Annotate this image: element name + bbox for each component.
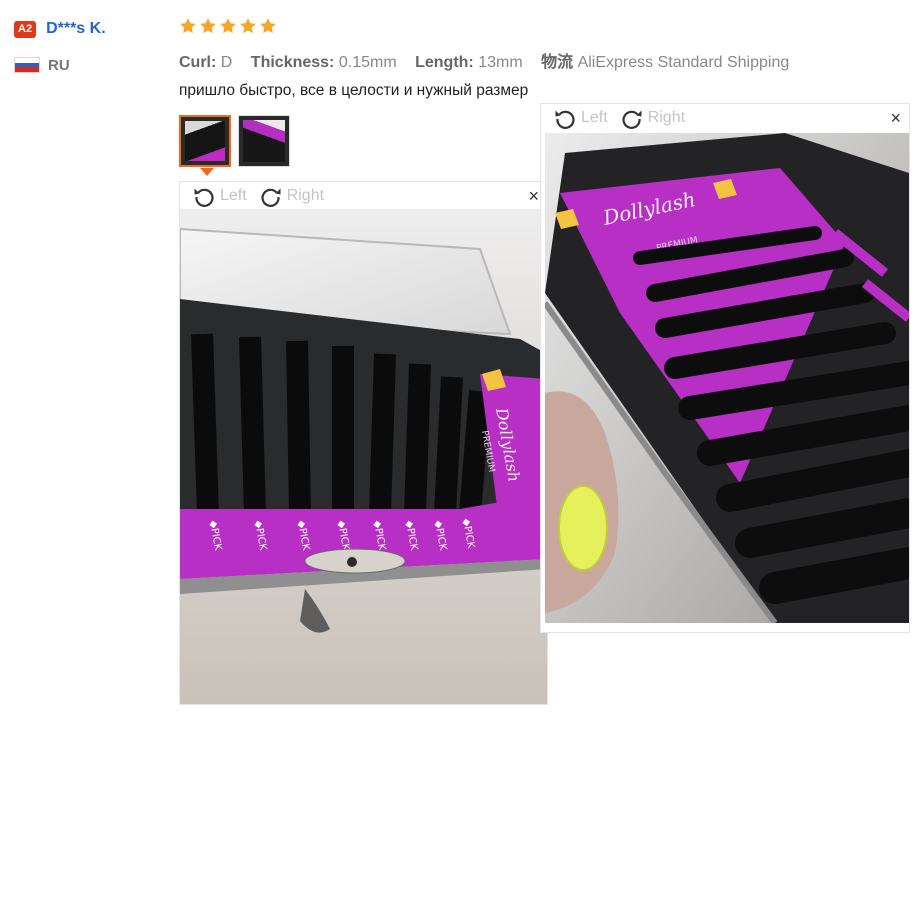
rotate-right-label: Right — [286, 186, 325, 204]
star-rating — [179, 17, 277, 35]
review-thumbnails — [179, 115, 290, 167]
buyer-level-badge: A2 — [14, 20, 37, 38]
star-icon — [220, 18, 236, 34]
review-photo-thumbnail-2[interactable] — [238, 115, 290, 167]
attr-thickness-value: 0.15mm — [338, 54, 397, 71]
review-photo-2: Dollylash PREMIUM — [545, 133, 909, 623]
reviewer-name: D***s K. — [46, 20, 106, 37]
star-icon — [200, 18, 216, 34]
reviewer-country-row: RU — [14, 54, 174, 76]
country-code: RU — [48, 56, 70, 74]
rotate-left-label: Left — [581, 108, 608, 126]
star-icon — [260, 18, 276, 34]
photo-viewer-1: Left Right × ◆PICK ◆PICK ◆PICK ◆PICK ◆PI… — [179, 181, 548, 705]
rotate-left-button[interactable]: Left — [553, 106, 608, 130]
attr-length-label: Length: — [415, 54, 474, 71]
star-icon — [180, 18, 196, 34]
viewer-toolbar: Left Right × — [180, 182, 547, 209]
reviewer-info: A2 D***s K. RU — [14, 18, 174, 76]
lash-tray-photo: ◆PICK ◆PICK ◆PICK ◆PICK ◆PICK ◆PICK ◆PIC… — [180, 209, 547, 704]
photo-viewer-2: Left Right × Dollylash PREMIUM — [540, 103, 910, 633]
review-photo-1: ◆PICK ◆PICK ◆PICK ◆PICK ◆PICK ◆PICK ◆PIC… — [180, 209, 547, 704]
close-viewer-button[interactable]: × — [528, 186, 539, 206]
product-attributes: Curl: D Thickness: 0.15mm Length: 13mm 物… — [179, 48, 803, 72]
reviewer-name-row: A2 D***s K. — [14, 18, 174, 40]
rotate-right-button[interactable]: Right — [259, 184, 324, 208]
star-icon — [240, 18, 256, 34]
rotate-ccw-icon — [555, 110, 575, 129]
rotate-left-button[interactable]: Left — [192, 184, 247, 208]
russia-flag-icon — [14, 57, 40, 73]
rotate-right-button[interactable]: Right — [620, 106, 685, 130]
active-thumbnail-pointer — [200, 168, 214, 176]
rotate-left-label: Left — [220, 186, 247, 204]
rotate-right-label: Right — [647, 108, 686, 126]
rotate-cw-icon — [622, 110, 642, 129]
close-viewer-button[interactable]: × — [890, 108, 901, 128]
attr-shipping-value: AliExpress Standard Shipping — [577, 54, 790, 71]
attr-length-value: 13mm — [478, 54, 523, 71]
viewer-toolbar: Left Right × — [541, 104, 909, 131]
lash-tray-hand-photo: Dollylash PREMIUM — [545, 133, 909, 623]
attr-thickness-label: Thickness: — [250, 54, 335, 71]
attr-curl-value: D — [220, 54, 233, 71]
attr-curl-label: Curl: — [179, 54, 217, 71]
attr-shipping-label: 物流 — [541, 54, 574, 71]
rotate-cw-icon — [261, 188, 281, 207]
review-text: пришло быстро, все в целости и нужный ра… — [179, 82, 529, 99]
rotate-ccw-icon — [194, 188, 214, 207]
review-photo-thumbnail-1[interactable] — [179, 115, 231, 167]
